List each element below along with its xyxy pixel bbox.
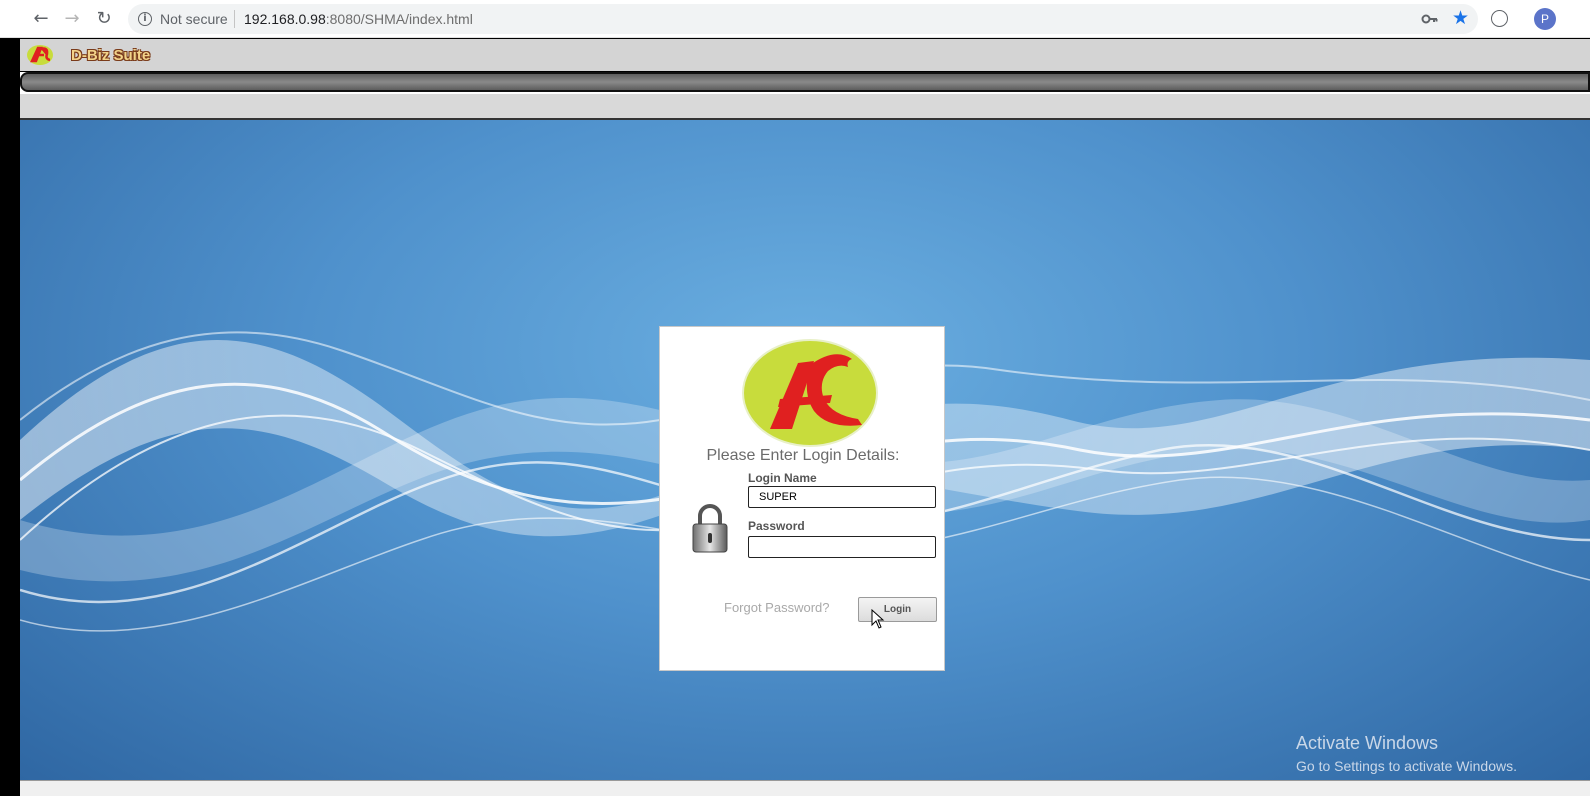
login-panel: Please Enter Login Details: Login Name P… [659, 326, 945, 671]
watermark-subtitle: Go to Settings to activate Windows. [1296, 758, 1517, 774]
url-path: :8080/SHMA/index.html [325, 11, 473, 27]
star-icon[interactable]: ★ [1452, 7, 1469, 29]
omnibox-divider [234, 10, 235, 28]
mouse-cursor-icon [871, 609, 885, 629]
password-label: Password [748, 519, 805, 533]
info-icon[interactable]: i [138, 12, 152, 26]
profile-icon[interactable]: P [1534, 8, 1556, 30]
activate-windows-watermark: Activate Windows Go to Settings to activ… [1296, 733, 1517, 774]
key-icon[interactable] [1420, 9, 1440, 29]
company-logo-icon [742, 339, 878, 447]
lock-icon [692, 504, 728, 553]
reload-icon[interactable]: ↻ [93, 8, 115, 30]
app-header: D-Biz Suite [20, 38, 1590, 72]
forgot-password-link[interactable]: Forgot Password? [724, 600, 830, 615]
security-label[interactable]: Not secure [160, 11, 228, 27]
browser-toolbar: ← → ↻ i Not secure 192.168.0.98:8080/SHM… [0, 0, 1590, 38]
watermark-title: Activate Windows [1296, 733, 1439, 753]
menu-bar [20, 72, 1590, 92]
app-name: D-Biz Suite [71, 47, 151, 64]
login-button[interactable]: Login [858, 597, 937, 622]
company-logo-icon [27, 45, 53, 65]
bottom-strip [20, 780, 1590, 796]
url-host: 192.168.0.98 [244, 11, 326, 27]
forward-icon[interactable]: → [61, 8, 83, 30]
extension-icon[interactable] [1491, 10, 1508, 27]
login-title: Please Enter Login Details: [706, 447, 900, 464]
login-name-input[interactable] [748, 486, 936, 508]
back-icon[interactable]: ← [30, 8, 52, 30]
login-name-label: Login Name [748, 471, 817, 485]
address-bar[interactable]: i Not secure 192.168.0.98:8080/SHMA/inde… [128, 4, 1478, 34]
sub-toolbar [20, 94, 1590, 120]
password-input[interactable] [748, 536, 936, 558]
url-text[interactable]: 192.168.0.98:8080/SHMA/index.html [244, 11, 473, 27]
